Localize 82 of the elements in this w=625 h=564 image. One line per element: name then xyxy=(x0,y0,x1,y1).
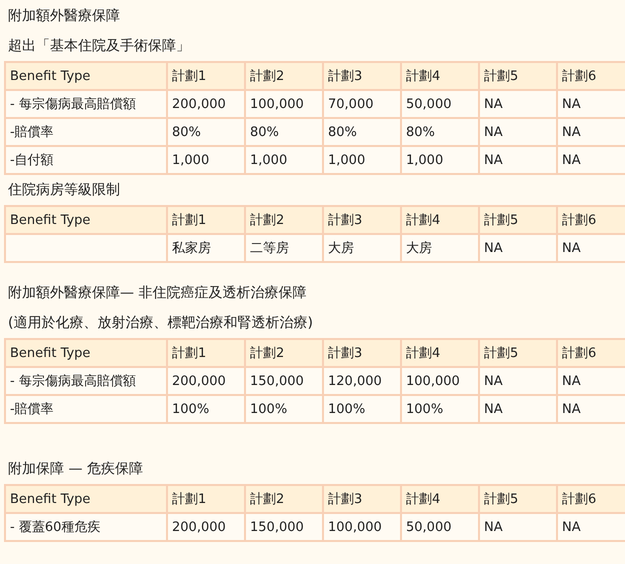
column-header: 計劃4 xyxy=(401,62,479,90)
column-header: 計劃5 xyxy=(479,339,557,367)
table-cell: NA xyxy=(479,118,557,146)
table-cell: 100% xyxy=(167,395,245,423)
column-header: 計劃1 xyxy=(167,206,245,234)
column-header: 計劃3 xyxy=(323,485,401,513)
table-cell: 100% xyxy=(401,395,479,423)
table-cell: -賠償率 xyxy=(5,395,167,423)
section-heading: 附加額外醫療保障— 非住院癌症及透析治療保障 xyxy=(7,284,308,303)
table-cell: 200,000 xyxy=(167,367,245,395)
table-cell: 1,000 xyxy=(323,146,401,174)
column-header: 計劃2 xyxy=(245,339,323,367)
table-cell: 200,000 xyxy=(167,90,245,118)
section-heading: 附加額外醫療保障 xyxy=(7,7,121,26)
column-header: 計劃6 xyxy=(557,62,625,90)
table-cell: NA xyxy=(479,234,557,262)
table-cell: 1,000 xyxy=(401,146,479,174)
table-cell: NA xyxy=(479,367,557,395)
column-header: Benefit Type xyxy=(5,206,167,234)
column-header: 計劃4 xyxy=(401,206,479,234)
column-header: 計劃3 xyxy=(323,206,401,234)
table-cell: 100,000 xyxy=(323,513,401,541)
section-heading: (適用於化療、放射治療、標靶治療和腎透析治療) xyxy=(7,314,314,333)
table-cell: 120,000 xyxy=(323,367,401,395)
column-header: Benefit Type xyxy=(5,339,167,367)
table-cell: 100% xyxy=(245,395,323,423)
table-cell: 100% xyxy=(323,395,401,423)
table-cell: NA xyxy=(479,90,557,118)
table-cell: NA xyxy=(557,234,625,262)
column-header: 計劃1 xyxy=(167,339,245,367)
table-cell: NA xyxy=(479,395,557,423)
table-cell: NA xyxy=(557,395,625,423)
table-cell: 1,000 xyxy=(167,146,245,174)
column-header: 計劃2 xyxy=(245,485,323,513)
table-cell: NA xyxy=(557,513,625,541)
section-heading: 附加保障 — 危疾保障 xyxy=(7,460,144,479)
column-header: 計劃3 xyxy=(323,62,401,90)
table-cell: 200,000 xyxy=(167,513,245,541)
table-cell: 80% xyxy=(167,118,245,146)
table-cell: 150,000 xyxy=(245,513,323,541)
column-header: 計劃4 xyxy=(401,485,479,513)
table-cell: NA xyxy=(557,367,625,395)
column-header: Benefit Type xyxy=(5,485,167,513)
table-cell: NA xyxy=(557,118,625,146)
column-header: 計劃3 xyxy=(323,339,401,367)
column-header: 計劃6 xyxy=(557,339,625,367)
table-cell: - 每宗傷病最高賠償額 xyxy=(5,90,167,118)
table-cell: 二等房 xyxy=(245,234,323,262)
table-cell: 100,000 xyxy=(401,367,479,395)
table-cell: NA xyxy=(479,146,557,174)
column-header: 計劃6 xyxy=(557,485,625,513)
table-cell: 150,000 xyxy=(245,367,323,395)
table-cell: 70,000 xyxy=(323,90,401,118)
column-header: 計劃5 xyxy=(479,206,557,234)
column-header: 計劃2 xyxy=(245,62,323,90)
table-cell: -賠償率 xyxy=(5,118,167,146)
table-cell: NA xyxy=(479,513,557,541)
column-header: 計劃2 xyxy=(245,206,323,234)
table-cell: 1,000 xyxy=(245,146,323,174)
column-header: 計劃5 xyxy=(479,62,557,90)
table-cell: 大房 xyxy=(401,234,479,262)
column-header: 計劃5 xyxy=(479,485,557,513)
section-heading: 超出「基本住院及手術保障」 xyxy=(7,37,191,56)
table-cell: 80% xyxy=(245,118,323,146)
table-cell: - 每宗傷病最高賠償額 xyxy=(5,367,167,395)
table-cell: NA xyxy=(557,146,625,174)
column-header: 計劃6 xyxy=(557,206,625,234)
column-header: Benefit Type xyxy=(5,62,167,90)
table-cell: NA xyxy=(557,90,625,118)
table-cell: 100,000 xyxy=(245,90,323,118)
table-cell: -自付額 xyxy=(5,146,167,174)
table-cell: - 覆蓋60種危疾 xyxy=(5,513,167,541)
table-cell: 80% xyxy=(401,118,479,146)
section-heading: 住院病房等級限制 xyxy=(7,181,121,200)
column-header: 計劃1 xyxy=(167,485,245,513)
column-header: 計劃4 xyxy=(401,339,479,367)
table-cell: 私家房 xyxy=(167,234,245,262)
table-cell: 50,000 xyxy=(401,90,479,118)
column-header: 計劃1 xyxy=(167,62,245,90)
table-cell: 50,000 xyxy=(401,513,479,541)
table-cell: 大房 xyxy=(323,234,401,262)
table-cell: 80% xyxy=(323,118,401,146)
